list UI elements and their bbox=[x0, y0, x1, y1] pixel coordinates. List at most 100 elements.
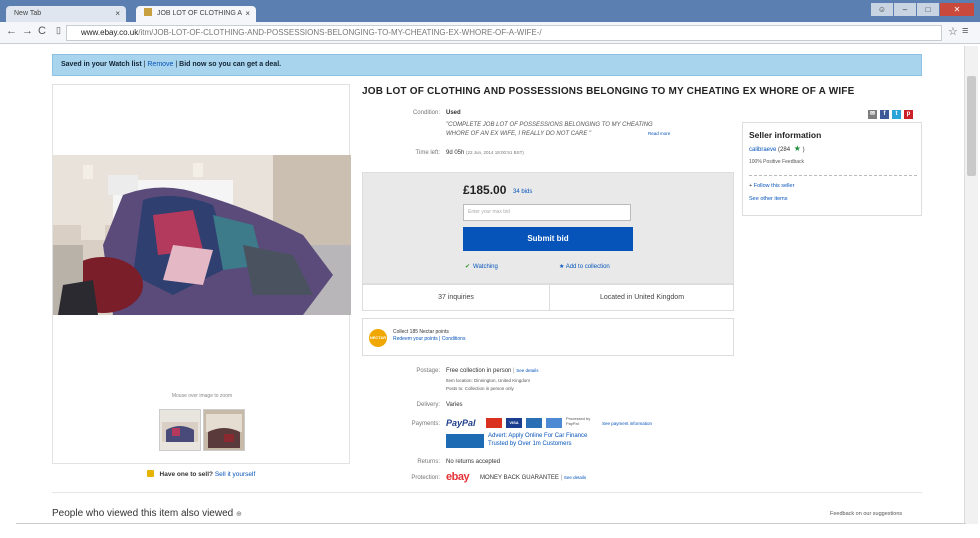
seller-heading: Seller information bbox=[749, 130, 822, 140]
max-bid-input[interactable]: Enter your max bid bbox=[463, 204, 631, 221]
amex-icon bbox=[526, 418, 542, 428]
read-more-link[interactable]: Read more bbox=[648, 131, 670, 136]
bid-count-link[interactable]: 34 bids bbox=[513, 189, 532, 195]
returns-value: No returns accepted bbox=[446, 459, 501, 465]
feedback-suggestions-link[interactable]: Feedback on our suggestions bbox=[830, 511, 902, 517]
follow-seller-label: Follow this seller bbox=[753, 183, 795, 189]
nectar-badge-icon: NECTAR bbox=[369, 329, 387, 347]
nectar-rewards: NECTAR Collect 185 Nectar points Redeem … bbox=[362, 318, 734, 356]
postage-value: Free collection in person | See details bbox=[446, 368, 539, 374]
email-icon[interactable]: ✉ bbox=[868, 110, 877, 119]
tab-label: JOB LOT OF CLOTHING A bbox=[156, 10, 243, 17]
item-location-detail: Item location: Dinnington, United Kingdo… bbox=[446, 378, 531, 383]
facebook-icon[interactable]: f bbox=[880, 110, 889, 119]
seller-score-close: ) bbox=[802, 147, 805, 153]
inquiries-location-strip: 37 inquiries Located in United Kingdom bbox=[362, 284, 734, 311]
browser-tab-bar: New Tab × JOB LOT OF CLOTHING A × ☺ – □ … bbox=[0, 0, 980, 22]
section-divider bbox=[52, 492, 922, 493]
time-left: 9d 05h bbox=[446, 150, 465, 156]
add-collection-label: Add to collection bbox=[565, 264, 610, 270]
nectar-points-text: Collect 185 Nectar points bbox=[393, 329, 449, 335]
processed-by-paypal: Processed by PayPal bbox=[566, 416, 591, 426]
item-location: Located in United Kingdom bbox=[599, 294, 685, 301]
credit-advert-line-1[interactable]: Advert: Apply Online For Car Finance bbox=[488, 433, 587, 439]
postage-label: Postage: bbox=[416, 368, 440, 374]
seller-star-icon: ★ bbox=[793, 144, 801, 153]
tab-label: New Tab bbox=[14, 10, 42, 17]
page-scrollbar[interactable] bbox=[964, 46, 978, 524]
condition-label: Condition: bbox=[412, 110, 440, 116]
star-icon[interactable]: ☆ bbox=[948, 25, 958, 38]
mbg-text: MONEY BACK GUARANTEE | See details bbox=[480, 475, 587, 481]
ebay-logo: ebay bbox=[446, 471, 470, 483]
pinterest-icon[interactable]: p bbox=[904, 110, 913, 119]
remove-link[interactable]: Remove bbox=[147, 61, 173, 68]
seller-feedback: 100% Positive Feedback bbox=[749, 159, 805, 165]
seller-name-line: calibraeve (284 ★ ) bbox=[749, 144, 805, 153]
credit-advert-icon bbox=[446, 434, 484, 448]
back-icon[interactable]: ← bbox=[6, 25, 17, 37]
mastercard-icon bbox=[486, 418, 502, 428]
seller-score: (284 bbox=[778, 147, 791, 153]
money-back-guarantee: MONEY BACK GUARANTEE bbox=[480, 475, 559, 481]
bid-now-text: Bid now so you can get a deal. bbox=[179, 61, 282, 68]
bottom-border bbox=[16, 523, 966, 524]
credit-advert-line-2[interactable]: Trusted by Over 1m Customers bbox=[488, 441, 571, 447]
add-to-collection-link[interactable]: ★ Add to collection bbox=[559, 263, 610, 270]
current-price: £185.00 bbox=[463, 183, 507, 197]
nectar-links[interactable]: Redeem your points | Conditions bbox=[393, 336, 465, 342]
close-tab-icon[interactable]: × bbox=[115, 6, 120, 22]
collection-star-icon: ★ bbox=[559, 264, 566, 270]
close-window-icon[interactable]: ✕ bbox=[940, 3, 974, 16]
user-icon[interactable]: ☺ bbox=[871, 3, 893, 16]
info-icon[interactable]: ⊕ bbox=[236, 511, 242, 518]
tab-new-tab[interactable]: New Tab × bbox=[6, 6, 126, 22]
menu-icon[interactable]: ≡ bbox=[962, 25, 968, 37]
twitter-icon[interactable]: t bbox=[892, 110, 901, 119]
image-gallery: Mouse over image to zoom bbox=[52, 84, 351, 464]
follow-seller-link[interactable]: + Follow this seller bbox=[749, 183, 794, 189]
bid-box: £185.00 34 bids Enter your max bid Submi… bbox=[362, 172, 734, 284]
thumbnail-2[interactable] bbox=[203, 409, 245, 451]
postage-see-details-link[interactable]: See details bbox=[516, 368, 538, 373]
watch-status: Saved in your Watch list bbox=[61, 61, 142, 68]
browser-toolbar: ← → C www.ebay.co.uk/itm/JOB-LOT-OF-CLOT… bbox=[0, 22, 980, 44]
mbg-see-details-link[interactable]: See details bbox=[564, 475, 586, 480]
postage-text: Free collection in person bbox=[446, 368, 512, 374]
main-item-image[interactable] bbox=[53, 155, 351, 315]
payments-label: Payments: bbox=[411, 421, 440, 427]
scrollbar-thumb[interactable] bbox=[967, 76, 976, 176]
maximize-icon[interactable]: □ bbox=[917, 3, 939, 16]
tab-ebay-item[interactable]: JOB LOT OF CLOTHING A × bbox=[136, 6, 256, 22]
card-icon bbox=[546, 418, 562, 428]
minimize-icon[interactable]: – bbox=[894, 3, 916, 16]
protection-label: Protection: bbox=[411, 475, 440, 481]
delivery-value: Varies bbox=[446, 402, 463, 408]
time-left-value: 9d 05h (22 Jun, 2014 18:00:51 BST) bbox=[446, 150, 524, 156]
sell-it-yourself-link[interactable]: Sell it yourself bbox=[215, 471, 255, 478]
seller-name-link[interactable]: calibraeve bbox=[749, 147, 776, 153]
submit-bid-button[interactable]: Submit bid bbox=[463, 227, 633, 251]
see-payment-info-link[interactable]: See payment information bbox=[602, 421, 652, 426]
inquiries-count: 37 inquiries bbox=[438, 294, 474, 301]
close-tab-icon[interactable]: × bbox=[245, 6, 250, 22]
condition-note-2: WHORE OF AN EX WIFE, I REALLY DO NOT CAR… bbox=[446, 131, 592, 137]
item-title: JOB LOT OF CLOTHING AND POSSESSIONS BELO… bbox=[362, 86, 855, 97]
thumbnail-1[interactable] bbox=[159, 409, 201, 451]
returns-label: Returns: bbox=[417, 459, 440, 465]
window-controls: ☺ – □ ✕ bbox=[871, 3, 974, 16]
address-bar[interactable]: www.ebay.co.uk/itm/JOB-LOT-OF-CLOTHING-A… bbox=[66, 25, 942, 41]
see-other-items-link[interactable]: See other items bbox=[749, 196, 788, 202]
forward-icon[interactable]: → bbox=[22, 25, 33, 37]
paypal-logo: PayPal bbox=[446, 418, 476, 428]
seller-info-panel: Seller information calibraeve (284 ★ ) 1… bbox=[742, 122, 922, 216]
page-icon: ▯ bbox=[56, 25, 61, 35]
condition-note-1: "COMPLETE JOB LOT OF POSSESSIONS BELONGI… bbox=[446, 122, 653, 128]
watching-label: Watching bbox=[473, 264, 498, 270]
watch-banner: Saved in your Watch list | Remove | Bid … bbox=[52, 54, 922, 76]
sell-icon bbox=[146, 470, 154, 477]
zoom-hint: Mouse over image to zoom bbox=[171, 393, 233, 399]
reload-icon[interactable]: C bbox=[38, 25, 46, 37]
seller-divider bbox=[749, 175, 917, 176]
watching-link[interactable]: ✔ Watching bbox=[465, 263, 498, 270]
